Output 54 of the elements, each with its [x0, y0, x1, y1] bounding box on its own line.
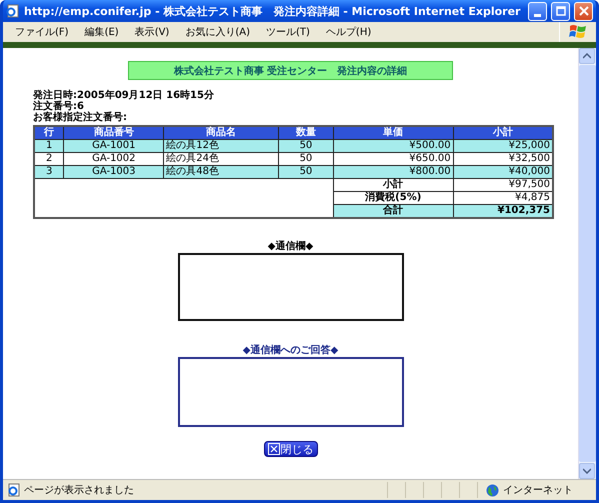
reply-label: ◆通信欄へのご回答◆: [242, 344, 338, 357]
page-icon: [6, 4, 20, 18]
table-cell: GA-1003: [64, 166, 164, 178]
scrollbar-thumb[interactable]: [579, 65, 596, 462]
column-header: 単価: [333, 126, 454, 140]
window-title: http://emp.conifer.jp - 株式会社テスト商事 発注内容詳細 - Microsoft Internet Explorer: [24, 4, 522, 18]
column-header: 行: [34, 126, 64, 140]
menu-item[interactable]: ヘルプ(H): [318, 25, 380, 39]
table-cell: 絵の具12色: [164, 140, 278, 152]
column-header: 小計: [453, 126, 553, 140]
minimize-icon: [534, 14, 541, 16]
page-icon: [7, 483, 21, 497]
windows-logo-icon: [569, 24, 587, 40]
order-info-text: 注文番号:6: [33, 101, 84, 112]
page-heading: 株式会社テスト商事 受注センター 発注内容の詳細: [128, 61, 453, 80]
table-cell: ¥40,000: [453, 166, 553, 178]
table-cell: ¥500.00: [333, 140, 454, 152]
summary-value: ¥97,500: [453, 178, 553, 192]
table-cell: GA-1001: [64, 140, 164, 152]
menu-item[interactable]: 表示(V): [126, 25, 178, 39]
close-box-icon: [268, 443, 280, 455]
scroll-down-button[interactable]: [579, 463, 595, 479]
table-cell: 3: [34, 166, 64, 178]
table-cell: ¥800.00: [333, 166, 454, 178]
maximize-icon: [556, 6, 566, 16]
close-button[interactable]: [574, 2, 593, 20]
order-info-text: お客様指定注文番号:: [33, 112, 128, 123]
close-page-button[interactable]: 閉じる: [264, 441, 318, 457]
table-cell: 1: [34, 140, 64, 152]
order-info-text: 発注日時:2005年09月12日 16時15分: [33, 90, 214, 101]
reply-field[interactable]: [178, 357, 404, 427]
menu-item[interactable]: ツール(T): [258, 25, 318, 39]
maximize-button[interactable]: [551, 2, 570, 20]
menu-item[interactable]: 編集(E): [76, 25, 127, 39]
summary-label: 合計: [333, 204, 454, 218]
globe-icon: [486, 484, 499, 496]
zone-text: インターネット: [503, 484, 573, 497]
column-header: 商品名: [164, 126, 278, 140]
table-cell: 50: [278, 140, 334, 152]
status-text: ページが表示されました: [24, 484, 135, 497]
message-label: ◆通信欄◆: [268, 240, 314, 253]
table-cell: 50: [278, 166, 334, 178]
message-field[interactable]: [178, 253, 404, 321]
table-cell: 絵の具48色: [164, 166, 278, 178]
menu-item[interactable]: ファイル(F): [7, 25, 77, 39]
scroll-up-button[interactable]: [579, 48, 595, 64]
column-header: 数量: [278, 126, 334, 140]
summary-value: ¥102,375: [453, 204, 553, 218]
column-header: 商品番号: [64, 126, 164, 140]
minimize-button[interactable]: [528, 2, 547, 20]
menu-item[interactable]: お気に入り(A): [177, 25, 258, 39]
table-cell: ¥25,000: [453, 140, 553, 152]
summary-label: 小計: [333, 178, 454, 192]
close-icon: [578, 6, 588, 16]
